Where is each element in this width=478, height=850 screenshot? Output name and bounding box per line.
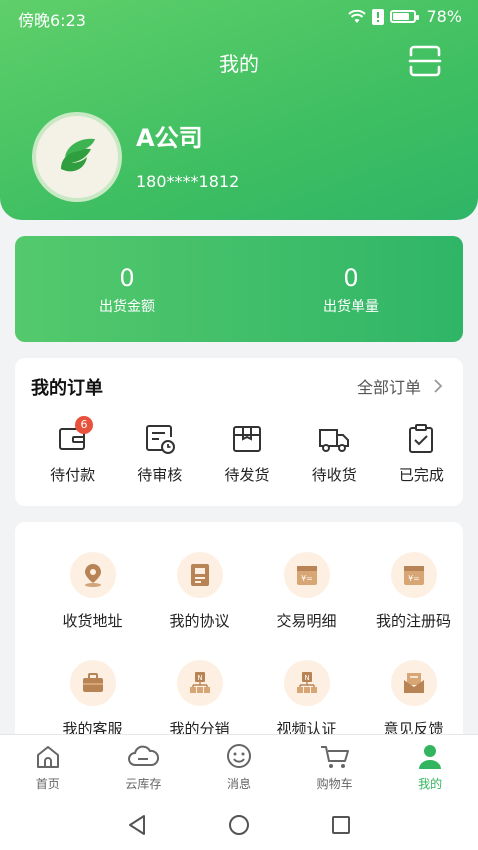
home-icon <box>36 746 59 768</box>
service-label: 我的协议 <box>169 612 230 630</box>
order-status-pending-shipment[interactable]: 待发货 <box>205 422 288 485</box>
stat-shipment-amount[interactable]: 0 出货金额 <box>15 264 239 316</box>
service-icon-bg <box>69 552 116 598</box>
stat-value: 0 <box>119 264 135 292</box>
tab-label: 我的 <box>418 777 443 791</box>
service-label: 我的注册码 <box>375 612 451 630</box>
service-customer-support[interactable]: 我的客服 <box>39 660 146 739</box>
all-orders-link[interactable]: 全部订单 <box>357 374 443 398</box>
stat-label: 出货金额 <box>99 299 155 315</box>
svg-text:¥=: ¥= <box>301 574 313 583</box>
stat-value: 0 <box>343 264 359 292</box>
company-logo-icon <box>61 138 95 172</box>
service-label: 交易明细 <box>276 612 337 630</box>
service-icon-bg: N <box>283 660 330 706</box>
message-icon <box>226 744 251 768</box>
svg-text:N: N <box>197 674 202 682</box>
service-video-verification[interactable]: N 视频认证 <box>253 660 360 739</box>
orders-card: 我的订单 全部订单 6 待付款 待审核 待发货 待收货 已完成 <box>15 358 463 506</box>
review-clock-icon <box>145 425 175 454</box>
tab-cart[interactable]: 购物车 <box>287 735 383 800</box>
tab-mine[interactable]: 我的 <box>382 735 478 800</box>
tab-home[interactable]: 首页 <box>0 735 96 800</box>
order-status-completed[interactable]: 已完成 <box>380 422 463 485</box>
stat-shipment-count[interactable]: 0 出货单量 <box>239 264 463 316</box>
tab-label: 购物车 <box>316 777 353 791</box>
order-status-label: 已完成 <box>398 466 444 484</box>
order-status-list: 6 待付款 待审核 待发货 待收货 已完成 <box>15 416 463 485</box>
order-status-pending-payment[interactable]: 6 待付款 <box>31 416 114 485</box>
status-bar: 傍晚6:23 78% <box>0 0 478 34</box>
back-icon[interactable] <box>126 814 148 836</box>
service-icon-bg <box>69 660 116 706</box>
user-icon <box>419 745 442 769</box>
status-time: 傍晚6:23 <box>18 11 86 30</box>
company-name: A公司 <box>136 124 203 152</box>
service-my-distribution[interactable]: N 我的分销 <box>146 660 253 739</box>
package-icon <box>233 426 261 452</box>
register-code-icon: ¥= <box>403 566 424 585</box>
page-title: 我的 <box>219 52 259 76</box>
tab-label: 首页 <box>35 777 60 791</box>
wifi-icon <box>348 9 367 23</box>
stats-card: 0 出货金额 0 出货单量 <box>15 236 463 342</box>
system-nav-bar <box>0 800 478 850</box>
service-shipping-address[interactable]: 收货地址 <box>39 552 146 631</box>
battery-percent: 78% <box>426 7 462 26</box>
service-icon-bg <box>176 552 223 598</box>
agreement-icon <box>190 564 209 586</box>
order-status-label: 待付款 <box>50 466 96 484</box>
video-verify-icon: N <box>296 672 317 693</box>
cloud-icon <box>128 745 160 766</box>
feedback-mail-icon <box>403 673 424 693</box>
order-status-pending-review[interactable]: 待审核 <box>118 422 201 485</box>
stat-label: 出货单量 <box>323 299 379 315</box>
bottom-tab-bar: 首页 云库存 消息 购物车 我的 <box>0 734 478 800</box>
service-feedback[interactable]: 意见反馈 <box>360 660 467 739</box>
service-my-agreement[interactable]: 我的协议 <box>146 552 253 631</box>
all-orders-label: 全部订单 <box>356 378 421 397</box>
services-card: 收货地址 我的协议 ¥= 交易明细 ¥= 我的注册码 我的客服 N 我的分销 N… <box>15 522 463 752</box>
service-register-code[interactable]: ¥= 我的注册码 <box>360 552 467 631</box>
service-icon-bg <box>390 660 437 706</box>
profile-header: 傍晚6:23 78% 我的 A公司 180****1812 <box>0 0 478 220</box>
tab-messages[interactable]: 消息 <box>191 735 287 800</box>
order-status-label: 待收货 <box>311 466 357 484</box>
service-icon-bg: ¥= <box>283 552 330 598</box>
order-status-label: 待发货 <box>224 466 270 484</box>
order-status-pending-receipt[interactable]: 待收货 <box>293 422 376 485</box>
service-icon-bg: N <box>176 660 223 706</box>
recent-apps-icon[interactable] <box>330 814 352 836</box>
transaction-icon: ¥= <box>296 566 317 585</box>
order-badge: 6 <box>75 416 93 434</box>
service-label: 收货地址 <box>62 612 123 630</box>
briefcase-icon <box>82 673 103 692</box>
home-circle-icon[interactable] <box>228 814 250 836</box>
svg-text:N: N <box>304 674 309 682</box>
chevron-right-icon <box>434 379 443 393</box>
truck-icon <box>319 429 350 452</box>
location-pin-icon <box>84 564 101 587</box>
cart-icon <box>320 746 349 768</box>
battery-icon <box>390 10 420 23</box>
status-icons: 78% <box>348 7 462 26</box>
order-status-label: 待审核 <box>137 466 183 484</box>
phone-number: 180****1812 <box>136 172 240 191</box>
alert-icon <box>372 8 385 25</box>
service-transaction-details[interactable]: ¥= 交易明细 <box>253 552 360 631</box>
tab-label: 云库存 <box>125 777 162 791</box>
distribution-icon: N <box>189 672 210 693</box>
clipboard-check-icon <box>409 424 434 453</box>
service-icon-bg: ¥= <box>390 552 437 598</box>
scan-icon[interactable] <box>408 44 442 78</box>
tab-cloud-inventory[interactable]: 云库存 <box>96 735 192 800</box>
tab-label: 消息 <box>226 777 251 791</box>
svg-text:¥=: ¥= <box>408 574 420 583</box>
avatar[interactable] <box>32 112 122 202</box>
orders-title: 我的订单 <box>31 378 103 399</box>
